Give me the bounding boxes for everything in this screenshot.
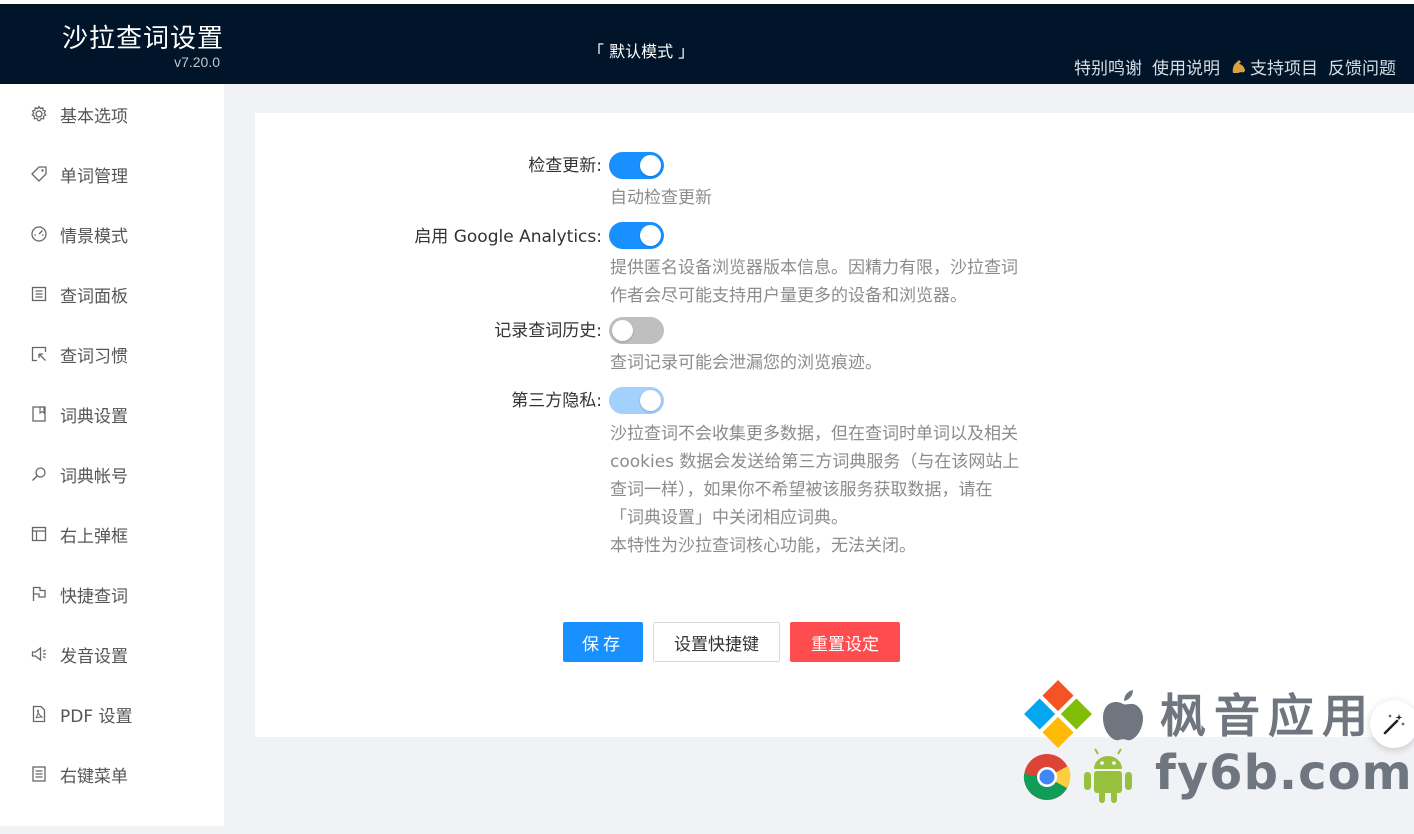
apple-logo-icon [1103, 690, 1143, 741]
reset-button[interactable]: 重置设定 [790, 622, 900, 662]
sidebar-item-label: 单词管理 [60, 166, 128, 187]
watermark-cn-text: 枫音应用 [1160, 689, 1376, 743]
history-switch[interactable] [609, 317, 664, 344]
sidebar-item-label: 查词习惯 [60, 346, 128, 367]
support-project-link[interactable]: 支持项目 [1230, 54, 1318, 79]
third-party-switch[interactable] [609, 387, 664, 414]
switch-knob [640, 225, 661, 246]
sidebar-item-label: PDF 设置 [60, 706, 133, 727]
sidebar-item-dict-panel[interactable]: 查词面板 [0, 264, 224, 324]
app-title: 沙拉查词设置 [62, 24, 225, 54]
sidebar-item-quick-search[interactable]: 快捷查词 [0, 564, 224, 624]
sidebar-item-dict-settings[interactable]: 词典设置 [0, 384, 224, 444]
third-party-desc: 沙拉查词不会收集更多数据，但在查词时单词以及相关 cookies 数据会发送给第… [610, 420, 1020, 560]
sidebar-item-label: 右上弹框 [60, 526, 128, 547]
magic-wand-button[interactable] [1370, 700, 1414, 748]
flexed-biceps-icon [1232, 59, 1245, 73]
settings-panel: 检查更新: 自动检查更新 启用 Google Analytics: 提供匿名设备… [255, 113, 1414, 737]
analytics-label: 启用 Google Analytics: [414, 227, 602, 247]
check-update-desc: 自动检查更新 [610, 188, 712, 208]
panel-icon [30, 285, 48, 303]
switch-knob [612, 320, 633, 341]
sidebar-item-label: 查词面板 [60, 286, 128, 307]
sidebar-item-search-habits[interactable]: 查词习惯 [0, 324, 224, 384]
analytics-switch[interactable] [609, 222, 664, 249]
sidebar-item-dict-accounts[interactable]: 词典帐号 [0, 444, 224, 504]
sidebar-item-label: 基本选项 [60, 106, 128, 127]
history-label: 记录查词历史: [494, 321, 602, 341]
app-header: 沙拉查词设置 v7.20.0 「 默认模式 」 特别鸣谢 使用说明 支持项目 反… [0, 0, 1414, 84]
save-button[interactable]: 保存 [563, 622, 643, 662]
analytics-desc: 提供匿名设备浏览器版本信息。因精力有限，沙拉查词作者会尽可能支持用户量更多的设备… [610, 258, 1018, 306]
support-project-label: 支持项目 [1250, 59, 1318, 79]
book-icon [30, 405, 48, 423]
sidebar-item-label: 词典帐号 [60, 466, 128, 487]
sidebar-item-pronunciation[interactable]: 发音设置 [0, 624, 224, 684]
flag-icon [30, 585, 48, 603]
app-version: v7.20.0 [174, 54, 220, 70]
sidebar-item-label: 发音设置 [60, 646, 128, 667]
header-links: 特别鸣谢 使用说明 支持项目 反馈问题 [1074, 54, 1396, 79]
key-icon [30, 465, 48, 483]
pdf-icon [30, 705, 48, 723]
sidebar-item-basic[interactable]: 基本选项 [0, 84, 224, 144]
android-logo-icon [1084, 748, 1132, 803]
switch-knob [640, 155, 661, 176]
switch-knob [640, 390, 661, 411]
third-party-desc-text: 沙拉查词不会收集更多数据，但在查词时单词以及相关 cookies 数据会发送给第… [610, 424, 1020, 528]
sidebar-item-label: 快捷查词 [60, 586, 128, 607]
instructions-link[interactable]: 使用说明 [1152, 54, 1220, 79]
feedback-link[interactable]: 反馈问题 [1328, 54, 1396, 79]
select-icon [30, 345, 48, 363]
magic-wand-icon [1383, 714, 1405, 735]
sidebar-item-label: 词典设置 [60, 406, 128, 427]
set-hotkey-button[interactable]: 设置快捷键 [653, 622, 780, 662]
windows-logo-icon [1024, 680, 1092, 748]
history-desc: 查词记录可能会泄漏您的浏览痕迹。 [610, 353, 882, 373]
gear-icon [30, 105, 48, 123]
menu-icon [30, 765, 48, 783]
sidebar-item-label: 右键菜单 [60, 766, 128, 787]
dashboard-icon [30, 225, 48, 243]
sidebar-item-words[interactable]: 单词管理 [0, 144, 224, 204]
sound-icon [30, 645, 48, 663]
sidebar-item-context-menu[interactable]: 右键菜单 [0, 744, 224, 804]
sidebar-item-pdf[interactable]: PDF 设置 [0, 684, 224, 744]
third-party-desc-note: 本特性为沙拉查词核心功能，无法关闭。 [610, 536, 916, 556]
check-update-switch[interactable] [609, 152, 664, 179]
watermark-en-text: fy6b.com [1155, 745, 1413, 801]
third-party-label: 第三方隐私: [511, 391, 602, 411]
tag-icon [30, 165, 48, 183]
mode-label[interactable]: 「 默认模式 」 [588, 38, 694, 62]
acknowledgements-link[interactable]: 特别鸣谢 [1074, 54, 1142, 79]
sidebar-item-profiles[interactable]: 情景模式 [0, 204, 224, 264]
sidebar-item-popup[interactable]: 右上弹框 [0, 504, 224, 564]
check-update-label: 检查更新: [528, 156, 602, 176]
sidebar: 基本选项 单词管理 情景模式 查词面板 查词习惯 词典设置 词典帐号 右上弹框 … [0, 84, 224, 826]
chrome-logo-icon [1023, 754, 1071, 800]
sidebar-item-label: 情景模式 [60, 226, 128, 247]
layout-icon [30, 525, 48, 543]
